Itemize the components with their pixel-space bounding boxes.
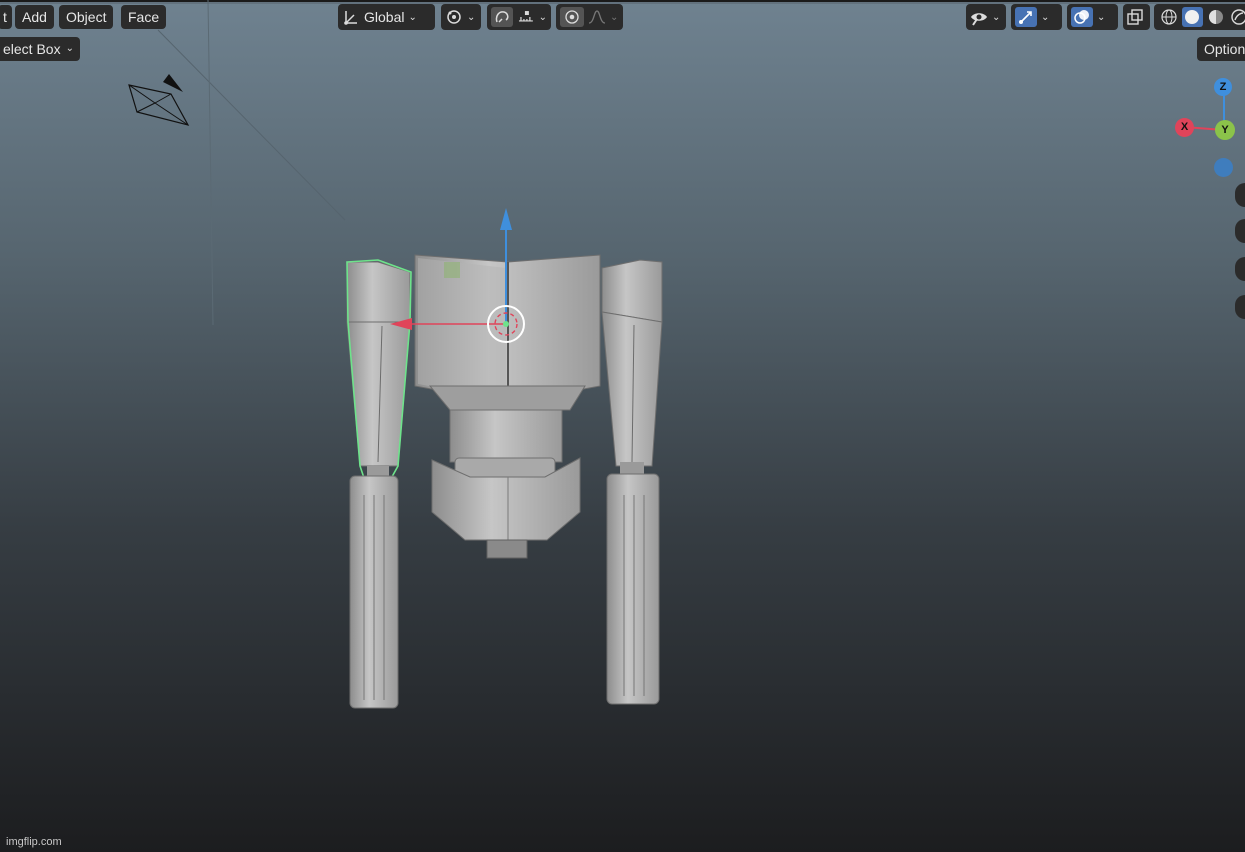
snap-increment-icon[interactable] (517, 8, 535, 26)
shading-solid-button[interactable] (1181, 7, 1203, 27)
snap-icon (495, 11, 509, 23)
gizmo-y-axis[interactable]: Y (1215, 120, 1235, 140)
falloff-curve-icon[interactable] (588, 8, 606, 26)
shading-mode-group (1154, 4, 1245, 30)
left-arm-part[interactable] (346, 259, 412, 709)
object-visibility-dropdown[interactable]: ⌄ (966, 4, 1006, 30)
nav-camera-view-button[interactable] (1235, 257, 1245, 281)
options-dropdown[interactable]: Option (1197, 37, 1245, 61)
nav-zoom-button[interactable] (1235, 183, 1245, 207)
menu-face[interactable]: Face (121, 5, 167, 29)
snapping-group: ⌄ (487, 4, 551, 30)
snap-toggle[interactable] (491, 7, 513, 27)
menu-cut[interactable]: t (0, 5, 12, 29)
chevron-down-icon: ⌄ (65, 43, 74, 54)
transform-orientation-icon (344, 11, 357, 25)
pivot-point-icon (447, 10, 461, 24)
robot-mesh[interactable] (340, 200, 680, 720)
gizmo-negative-z-axis[interactable] (1214, 158, 1233, 177)
overlay-toggle[interactable] (1071, 7, 1093, 27)
face-select-marker (444, 262, 460, 278)
shading-wireframe-icon (1161, 9, 1177, 25)
chevron-down-icon[interactable]: ⌄ (1097, 12, 1105, 23)
chevron-down-icon[interactable]: ⌄ (1041, 12, 1049, 23)
chevron-down-icon: ⌄ (408, 11, 417, 23)
shading-material-button[interactable] (1205, 7, 1227, 27)
shading-material-icon (1208, 10, 1223, 24)
pivot-point-dropdown[interactable]: ⌄ (441, 4, 481, 30)
select-mode-dropdown[interactable]: elect Box ⌄ (0, 37, 80, 61)
watermark: imgflip.com (6, 836, 62, 848)
right-arm-part[interactable] (601, 259, 663, 705)
gizmo-toggle-icon (1019, 11, 1032, 24)
gizmo-toggle[interactable] (1015, 7, 1037, 27)
gizmo-x-axis[interactable]: X (1175, 118, 1194, 137)
proportional-edit-group: ⌄ (556, 4, 623, 30)
transform-orientation-dropdown[interactable]: Global ⌄ (338, 4, 435, 30)
chevron-down-icon: ⌄ (467, 11, 476, 23)
nav-perspective-toggle[interactable] (1235, 295, 1245, 319)
proportional-edit-toggle[interactable] (560, 7, 584, 27)
object-origin-icon (503, 321, 509, 327)
navigation-gizmo[interactable]: Z X Y (1170, 75, 1240, 185)
overlay-group: ⌄ (1067, 4, 1118, 30)
visibility-eye-icon (971, 13, 987, 26)
xray-toggle[interactable] (1123, 4, 1150, 30)
chevron-down-icon[interactable]: ⌄ (539, 12, 547, 23)
camera-object-icon[interactable] (125, 70, 195, 130)
select-mode-label: elect Box (3, 41, 61, 57)
shading-rendered-button[interactable] (1229, 7, 1245, 27)
move-axis-z-icon (500, 208, 512, 230)
shading-solid-icon (1185, 10, 1200, 24)
3d-viewport[interactable]: t Add Object Face elect Box ⌄ Global ⌄ ⌄ (0, 0, 1245, 852)
shading-wireframe-button[interactable] (1158, 7, 1180, 27)
chevron-down-icon[interactable]: ⌄ (610, 12, 618, 23)
gizmo-z-axis[interactable]: Z (1214, 78, 1232, 96)
chevron-down-icon: ⌄ (992, 11, 1001, 23)
overlay-toggle-icon (1074, 10, 1089, 24)
xray-toggle-icon (1127, 9, 1143, 25)
torso-part[interactable] (414, 254, 601, 559)
nav-pan-button[interactable] (1235, 219, 1245, 243)
shading-rendered-icon (1231, 9, 1245, 25)
transform-orientation-label: Global (364, 9, 405, 25)
menu-object[interactable]: Object (59, 5, 114, 29)
menu-add[interactable]: Add (15, 5, 54, 29)
gizmo-group: ⌄ (1011, 4, 1062, 30)
proportional-edit-icon (565, 10, 579, 24)
